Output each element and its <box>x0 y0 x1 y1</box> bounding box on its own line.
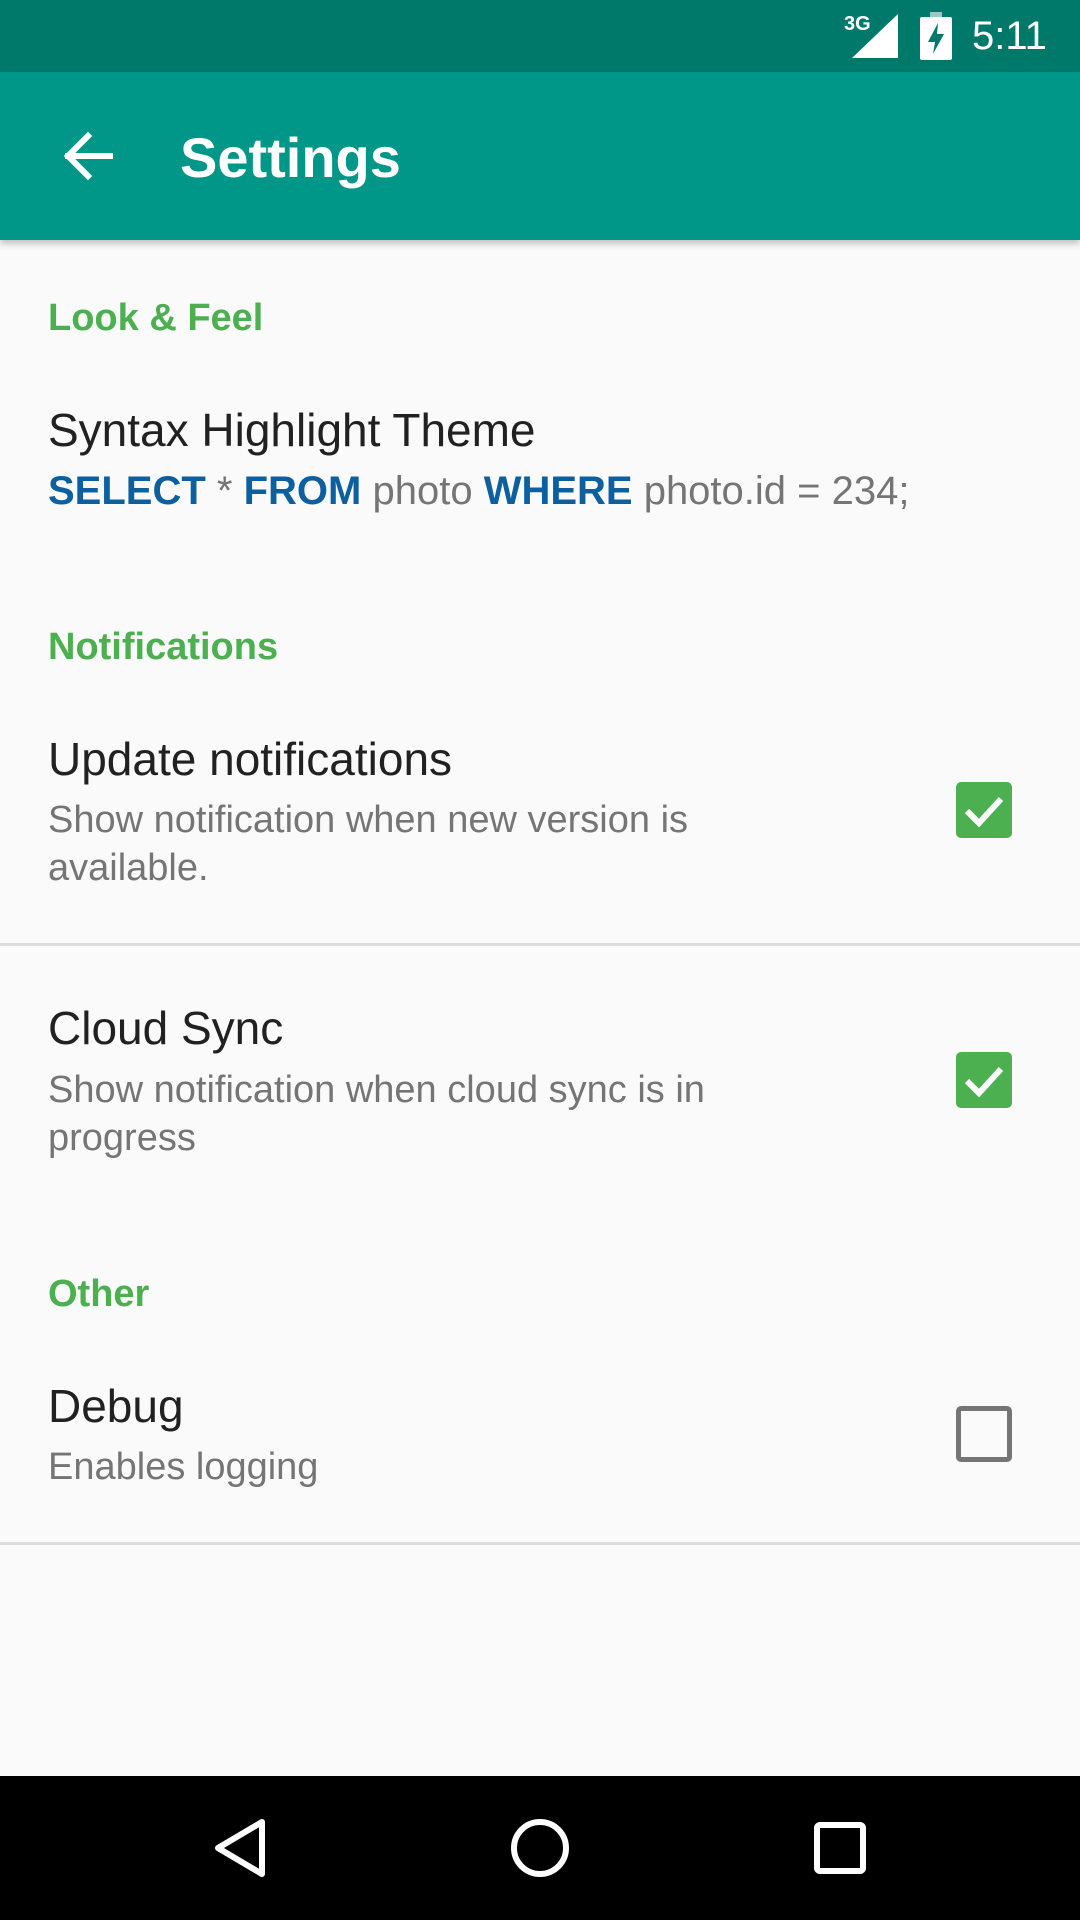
divider <box>0 1542 1080 1545</box>
app-toolbar: Settings <box>0 72 1080 240</box>
status-bar: 3G 5:11 <box>0 0 1080 72</box>
system-nav-bar <box>0 1776 1080 1920</box>
debug-summary: Enables logging <box>48 1446 319 1488</box>
sql-keyword: SELECT <box>48 469 206 513</box>
cloud-sync-title: Cloud Sync <box>48 1002 284 1054</box>
cloud-sync-checkbox[interactable] <box>956 1052 1012 1108</box>
cell-signal-icon <box>852 14 898 58</box>
sql-text: photo <box>361 469 484 513</box>
checkmark-icon <box>964 1066 1004 1098</box>
cloud-sync-summary: Show notification when cloud sync is in … <box>48 1069 705 1159</box>
square-recents-icon <box>814 1822 866 1874</box>
triangle-back-icon <box>215 1819 265 1877</box>
nav-back-button[interactable] <box>190 1798 290 1898</box>
sql-keyword: WHERE <box>483 469 633 513</box>
syntax-theme-preview: SELECT * FROM photo WHERE photo.id = 234… <box>48 466 909 516</box>
sql-keyword: FROM <box>243 469 362 513</box>
status-clock: 5:11 <box>972 14 1047 58</box>
divider <box>0 943 1080 946</box>
circle-home-icon <box>511 1819 569 1877</box>
nav-recents-button[interactable] <box>790 1798 890 1898</box>
debug-title: Debug <box>48 1380 184 1432</box>
update-notifications-checkbox[interactable] <box>956 782 1012 838</box>
battery-charging-icon <box>920 12 952 60</box>
nav-home-button[interactable] <box>490 1798 590 1898</box>
section-header-notifications: Notifications <box>48 626 279 668</box>
debug-checkbox[interactable] <box>956 1406 1012 1462</box>
arrow-left-icon <box>63 131 113 181</box>
section-header-look-feel: Look & Feel <box>48 297 264 339</box>
sql-text: * <box>205 469 244 513</box>
back-button[interactable] <box>40 108 136 204</box>
update-notifications-summary: Show notification when new version is av… <box>48 799 689 889</box>
syntax-theme-title: Syntax Highlight Theme <box>48 404 536 456</box>
page-title: Settings <box>180 126 401 189</box>
checkmark-icon <box>964 796 1004 828</box>
sql-text: photo.id = 234; <box>632 469 910 513</box>
section-header-other: Other <box>48 1273 150 1315</box>
update-notifications-title: Update notifications <box>48 733 453 785</box>
